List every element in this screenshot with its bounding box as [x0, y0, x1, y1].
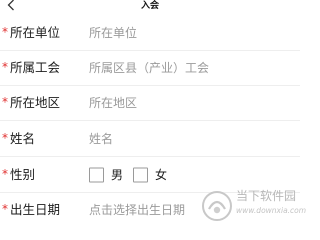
name-label: 姓名	[10, 131, 36, 146]
region-label: 所在地区	[10, 95, 61, 110]
unit-field[interactable]: 所在单位	[89, 26, 137, 40]
gender-female-checkbox[interactable]	[133, 167, 148, 183]
required-mark: *	[2, 131, 8, 145]
birthdate-field[interactable]: 点击选择出生日期	[89, 203, 185, 217]
nav-bar: 入会	[0, 0, 300, 14]
watermark: 当下软件园 www.downxia.com	[200, 186, 306, 224]
gender-male-label[interactable]: 男	[111, 168, 123, 182]
page-title: 入会	[140, 1, 159, 11]
required-mark: *	[2, 60, 8, 74]
gender-male-checkbox[interactable]	[89, 167, 104, 183]
form-row-union: * 所属工会 所属区县（产业）工会	[0, 51, 300, 86]
form-row-name: * 姓名 姓名	[0, 122, 300, 157]
name-field[interactable]: 姓名	[89, 132, 113, 146]
watermark-url: www.downxia.com	[236, 206, 307, 215]
form-row-unit: * 所在单位 所在单位	[0, 16, 300, 51]
union-field[interactable]: 所属区县（产业）工会	[89, 61, 209, 75]
region-field[interactable]: 所在地区	[89, 96, 137, 110]
form-row-region: * 所在地区 所在地区	[0, 86, 300, 121]
unit-label: 所在单位	[10, 25, 61, 40]
watermark-text: 当下软件园	[236, 189, 297, 203]
gender-label: 性别	[10, 167, 36, 182]
required-mark: *	[2, 95, 8, 109]
union-label: 所属工会	[10, 60, 61, 75]
birthdate-label: 出生日期	[10, 202, 61, 217]
required-mark: *	[2, 25, 8, 39]
required-mark: *	[2, 202, 8, 216]
watermark-logo-icon	[202, 191, 232, 221]
required-mark: *	[2, 167, 8, 181]
gender-female-label[interactable]: 女	[155, 168, 167, 182]
